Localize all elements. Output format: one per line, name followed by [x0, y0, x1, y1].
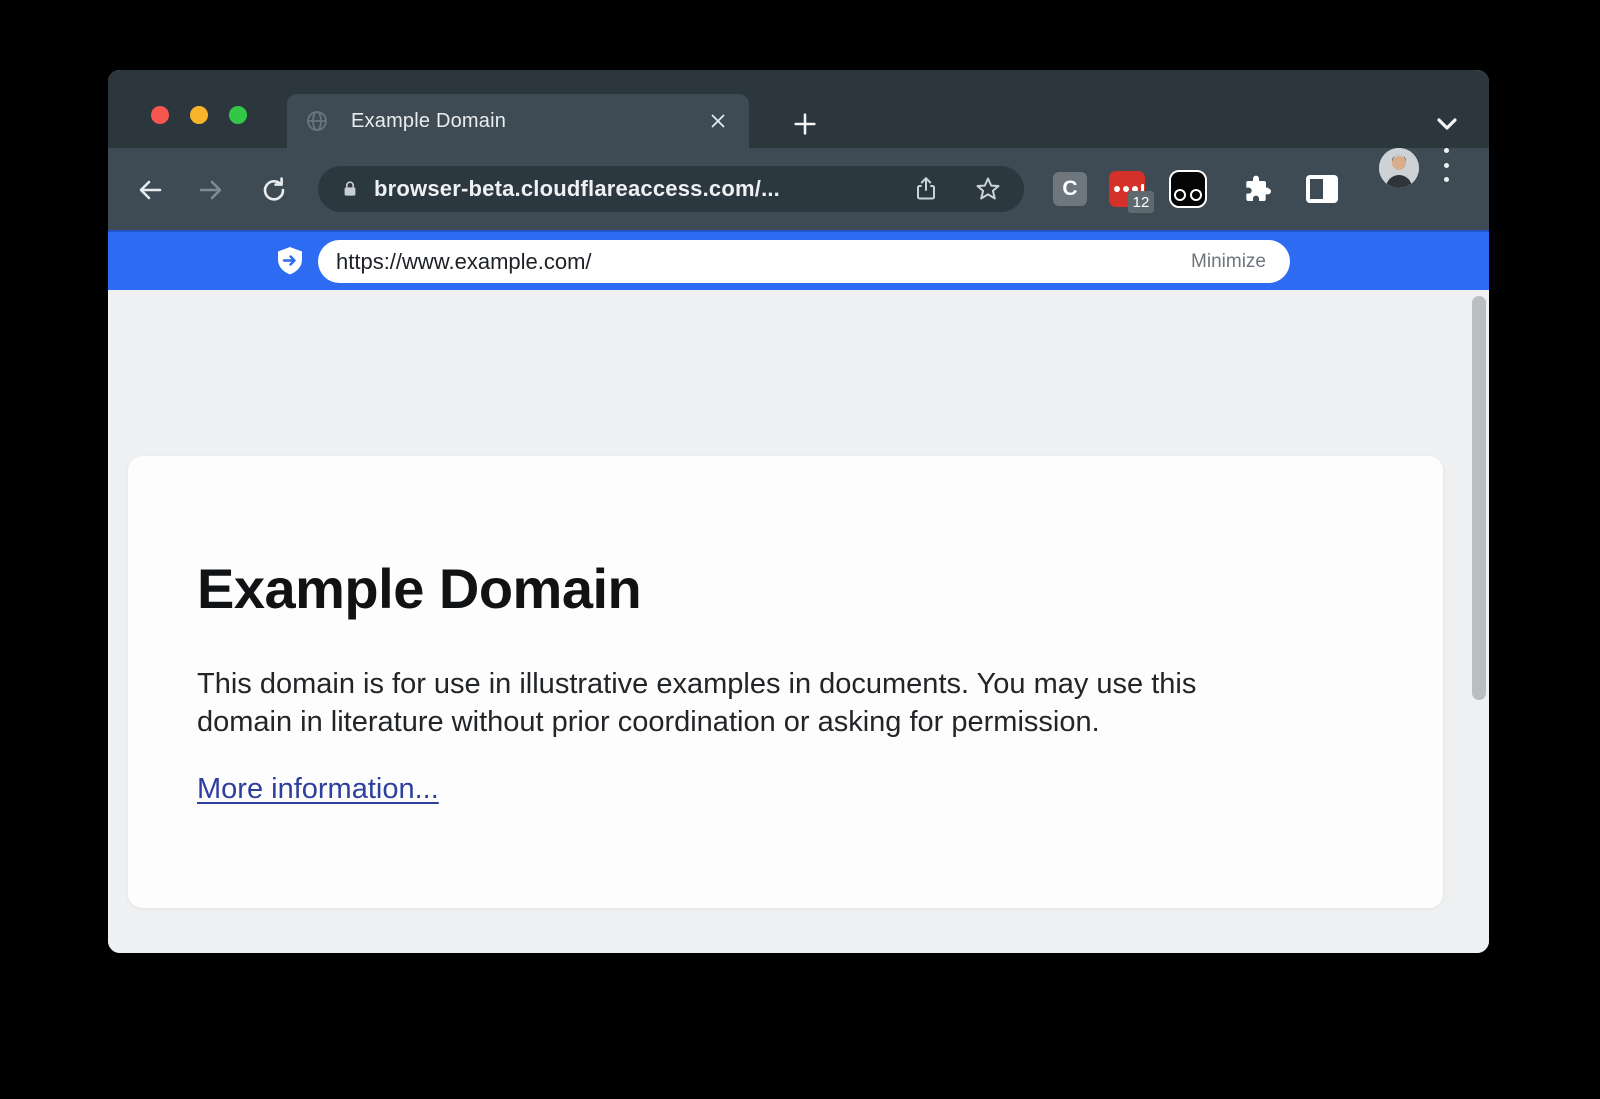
chevron-down-icon[interactable] [1433, 112, 1461, 136]
profile-avatar[interactable] [1379, 148, 1419, 188]
content-card: Example Domain This domain is for use in… [128, 456, 1443, 908]
address-url-text: browser-beta.cloudflareaccess.com/... [374, 176, 912, 202]
isolation-url-pill: Minimize [318, 240, 1290, 283]
side-panel-icon[interactable] [1306, 175, 1338, 203]
two-circles-extension-icon[interactable] [1169, 170, 1207, 208]
extension-badge: 12 [1128, 191, 1154, 213]
isolation-url-input[interactable] [336, 249, 1191, 275]
tab-strip: Example Domain [108, 70, 1489, 148]
browser-menu-icon[interactable] [1442, 148, 1450, 182]
isolation-shield-icon [276, 246, 304, 278]
isolation-bar: Minimize [108, 230, 1489, 290]
globe-favicon-icon [305, 109, 329, 133]
extensions-puzzle-icon[interactable] [1241, 173, 1273, 205]
browser-window: Example Domain [108, 70, 1489, 953]
new-tab-button[interactable] [791, 110, 819, 138]
tab-title: Example Domain [351, 110, 705, 133]
page-title: Example Domain [197, 556, 1373, 621]
tab-example-domain[interactable]: Example Domain [287, 94, 749, 148]
screenshot-canvas: Example Domain [0, 0, 1600, 1099]
extension-c-icon[interactable]: C [1053, 172, 1087, 206]
back-icon[interactable] [136, 176, 164, 204]
share-icon[interactable] [912, 175, 940, 203]
page-paragraph: This domain is for use in illustrative e… [197, 665, 1373, 741]
minimize-button[interactable]: Minimize [1191, 251, 1266, 273]
password-manager-extension-icon[interactable]: 12 [1109, 171, 1145, 207]
close-window-button[interactable] [151, 106, 169, 124]
scrollbar-thumb[interactable] [1472, 296, 1486, 700]
bookmark-star-icon[interactable] [974, 175, 1002, 203]
tab-close-icon[interactable] [705, 108, 731, 134]
lock-icon [340, 178, 360, 200]
zoom-window-button[interactable] [229, 106, 247, 124]
page-viewport: Example Domain This domain is for use in… [108, 290, 1489, 953]
more-information-link[interactable]: More information... [197, 773, 439, 806]
address-bar[interactable]: browser-beta.cloudflareaccess.com/... [318, 166, 1024, 212]
forward-icon[interactable] [197, 176, 225, 204]
reload-icon[interactable] [260, 176, 288, 204]
toolbar: browser-beta.cloudflareaccess.com/... C [108, 148, 1489, 230]
minimize-window-button[interactable] [190, 106, 208, 124]
